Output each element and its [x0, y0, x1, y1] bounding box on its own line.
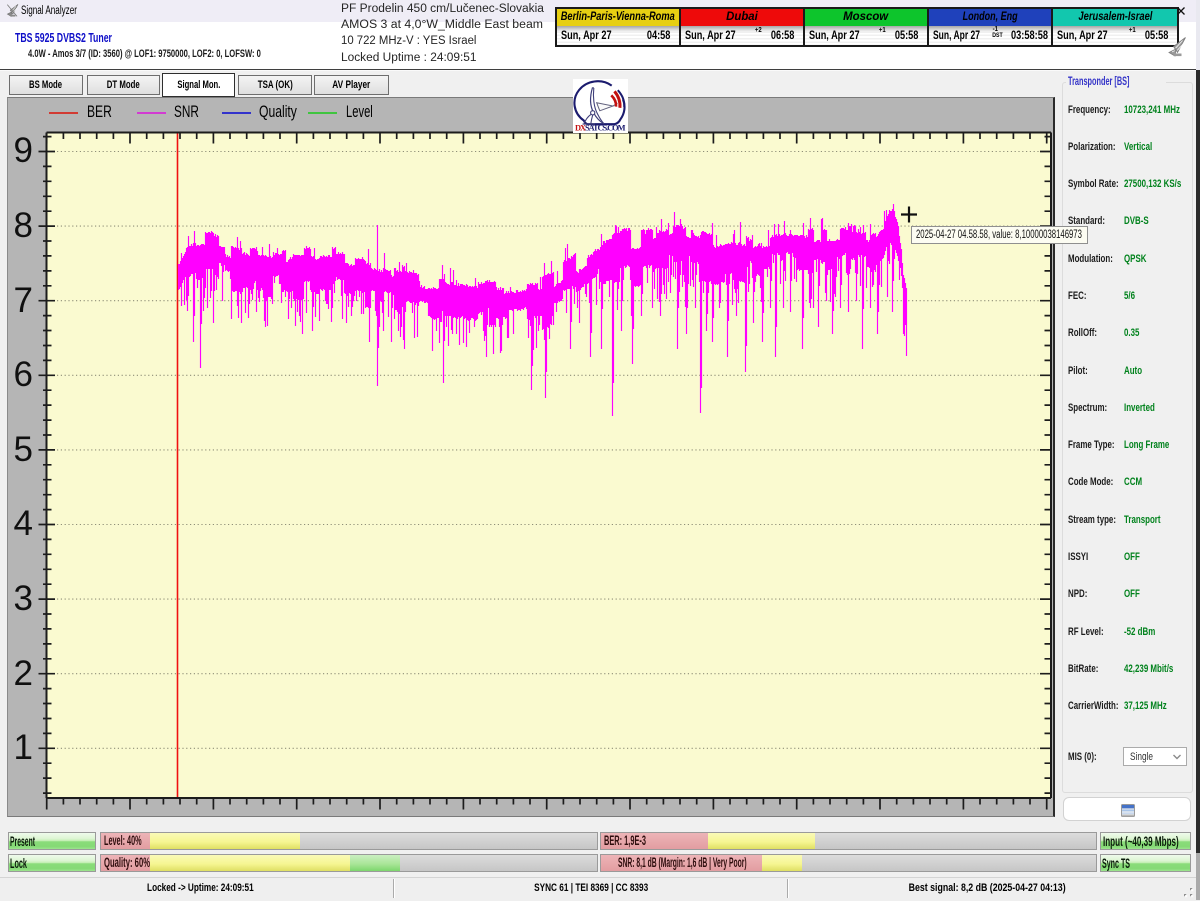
- svg-text:DXSATCS.COM: DXSATCS.COM: [575, 123, 626, 132]
